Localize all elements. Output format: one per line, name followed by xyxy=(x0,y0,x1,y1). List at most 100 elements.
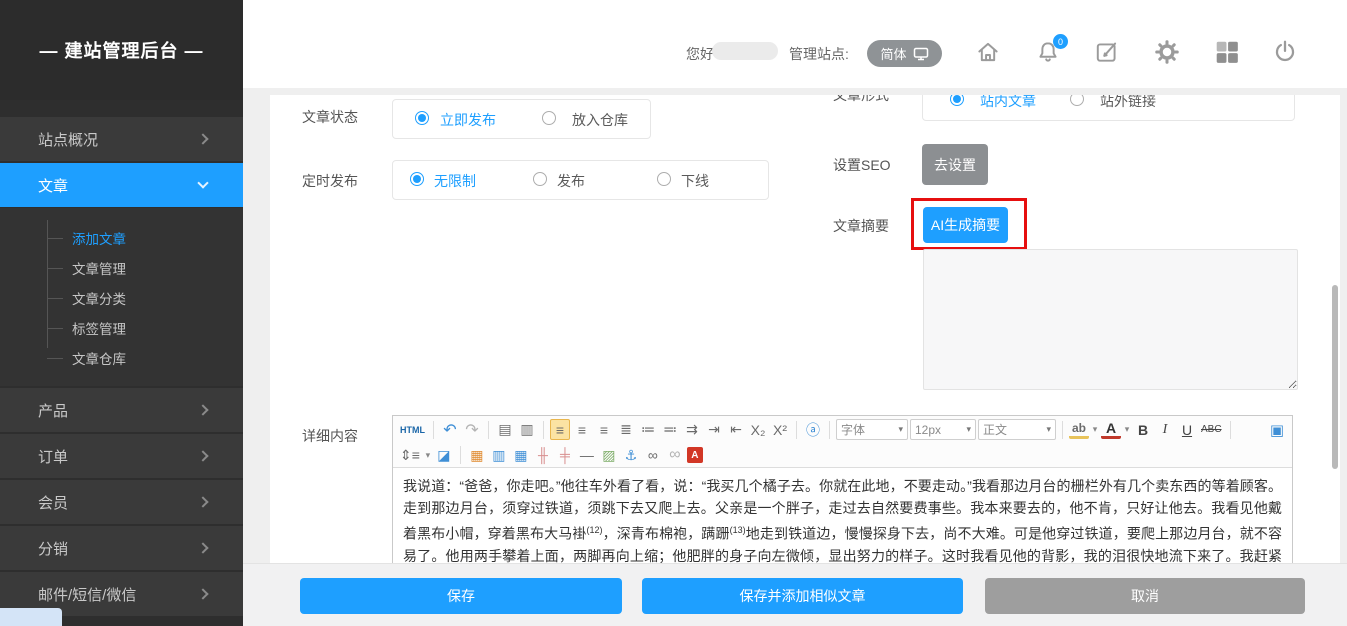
align-right-icon[interactable]: ≡ xyxy=(594,419,614,440)
submenu-item-article-warehouse[interactable]: 文章仓库 xyxy=(47,348,227,368)
outdent-icon[interactable]: ⇤ xyxy=(726,419,746,440)
font-color-icon[interactable]: A xyxy=(1101,421,1121,439)
cancel-button[interactable]: 取消 xyxy=(985,578,1305,614)
option-to-warehouse[interactable]: 放入仓库 xyxy=(572,110,628,130)
radio-no-limit[interactable] xyxy=(410,172,424,186)
horizontal-rule-icon[interactable]: — xyxy=(577,445,597,466)
radio-publish-now[interactable] xyxy=(415,111,429,125)
edit-icon[interactable] xyxy=(1094,39,1120,65)
option-no-limit[interactable]: 无限制 xyxy=(434,171,476,191)
toolbar-separator xyxy=(460,446,461,464)
header: 您好 管理站点: 简体 0 xyxy=(243,0,1347,88)
browser-link-preview xyxy=(0,608,62,626)
image-map-icon[interactable]: ▨ xyxy=(599,445,619,466)
align-center-icon[interactable]: ≡ xyxy=(572,419,592,440)
seo-label: 设置SEO xyxy=(833,155,891,175)
home-icon[interactable] xyxy=(975,39,1001,65)
sidebar-item-label: 站点概况 xyxy=(38,129,98,150)
chevron-right-icon xyxy=(197,496,208,507)
underline-icon[interactable]: U xyxy=(1177,419,1197,440)
app-logo: — 建站管理后台 — xyxy=(0,0,243,100)
radio-offline-at[interactable] xyxy=(657,172,671,186)
video-icon[interactable]: ▥ xyxy=(489,445,509,466)
print-icon[interactable]: ▤ xyxy=(495,419,515,440)
dropdown-arrow-icon[interactable]: ▾ xyxy=(1091,419,1099,440)
footnote-marker: (12) xyxy=(586,525,602,535)
submenu-item-article-category[interactable]: 文章分类 xyxy=(47,288,227,308)
sidebar-item-article[interactable]: 文章 xyxy=(0,162,243,207)
preview-screen-icon[interactable]: ▣ xyxy=(1267,419,1287,440)
superscript-icon[interactable]: X² xyxy=(770,419,790,440)
page-break-icon[interactable]: ╫ xyxy=(533,445,553,466)
subscript-icon[interactable]: X₂ xyxy=(748,419,768,440)
redo-icon[interactable]: ↷ xyxy=(462,419,482,440)
section-break-icon[interactable]: ╪ xyxy=(555,445,575,466)
sidebar-item-label: 会员 xyxy=(38,492,68,513)
option-external-link[interactable]: 站外链接 xyxy=(1100,95,1156,111)
toolbar-separator xyxy=(796,421,797,439)
dropdown-arrow-icon[interactable]: ▾ xyxy=(424,445,432,466)
ordered-list-icon[interactable]: ≔ xyxy=(638,419,658,440)
html-source-icon[interactable]: HTML xyxy=(398,419,427,440)
summary-textarea[interactable] xyxy=(923,249,1298,390)
bold-icon[interactable]: B xyxy=(1133,419,1153,440)
editor-toolbar-row2: ⇕≡▾◪▦▥▦╫╪—▨⚓∞∞A xyxy=(393,443,1292,468)
submenu-item-tag-management[interactable]: 标签管理 xyxy=(47,318,227,338)
font-family-select[interactable]: 字体 xyxy=(836,419,908,440)
image-icon[interactable]: ▦ xyxy=(467,445,487,466)
sidebar-item-distribution[interactable]: 分销 xyxy=(0,525,243,570)
format-eraser-icon[interactable]: ◪ xyxy=(434,445,454,466)
greeting-text: 您好 xyxy=(686,44,714,64)
summary-label: 文章摘要 xyxy=(833,216,889,236)
unlink-icon[interactable]: ∞ xyxy=(665,445,685,466)
seo-settings-button[interactable]: 去设置 xyxy=(922,144,988,185)
apps-grid-icon[interactable] xyxy=(1214,39,1240,65)
radio-publish-at[interactable] xyxy=(533,172,547,186)
notification-count-badge: 0 xyxy=(1053,34,1068,49)
pdf-icon[interactable]: A xyxy=(687,447,703,463)
line-height-icon[interactable]: ⇕≡ xyxy=(398,445,422,466)
sidebar: — 建站管理后台 — 站点概况 文章 添加文章 文章管理 文章分类 标签管理 文… xyxy=(0,0,243,626)
sidebar-item-site-overview[interactable]: 站点概况 xyxy=(0,116,243,161)
dropdown-arrow-icon[interactable]: ▾ xyxy=(1123,419,1131,440)
chevron-right-icon xyxy=(197,450,208,461)
highlight-color-icon[interactable]: ab xyxy=(1069,421,1089,439)
align-justify-icon[interactable]: ≣ xyxy=(616,419,636,440)
sidebar-item-product[interactable]: 产品 xyxy=(0,387,243,432)
sidebar-item-label: 邮件/短信/微信 xyxy=(38,584,136,605)
submenu-item-add-article[interactable]: 添加文章 xyxy=(47,228,227,248)
settings-gear-icon[interactable] xyxy=(1154,39,1180,65)
table-icon[interactable]: ▦ xyxy=(511,445,531,466)
radio-to-warehouse[interactable] xyxy=(542,111,556,125)
paragraph-indent-icon[interactable]: ⇉ xyxy=(682,419,702,440)
align-left-icon[interactable]: ≡ xyxy=(550,419,570,440)
paragraph-format-select[interactable]: 正文 xyxy=(978,419,1056,440)
chevron-right-icon xyxy=(197,588,208,599)
option-publish-now[interactable]: 立即发布 xyxy=(440,110,496,130)
sidebar-item-order[interactable]: 订单 xyxy=(0,433,243,478)
indent-icon[interactable]: ⇥ xyxy=(704,419,724,440)
option-internal-article[interactable]: 站内文章 xyxy=(980,95,1036,111)
strikethrough-icon[interactable]: ABC xyxy=(1199,419,1224,440)
anchor-icon[interactable]: ⚓ xyxy=(621,445,641,466)
power-logout-icon[interactable] xyxy=(1272,39,1298,65)
link-icon[interactable]: ∞ xyxy=(643,445,663,466)
auto-typeset-icon[interactable]: ⓐ xyxy=(803,419,823,440)
sidebar-item-member[interactable]: 会员 xyxy=(0,479,243,524)
option-publish-at[interactable]: 发布 xyxy=(557,171,585,191)
unordered-list-icon[interactable]: ≕ xyxy=(660,419,680,440)
option-offline-at[interactable]: 下线 xyxy=(681,171,709,191)
toolbar-separator xyxy=(829,421,830,439)
italic-icon[interactable]: I xyxy=(1155,419,1175,440)
scrollbar-thumb[interactable] xyxy=(1332,285,1338,469)
font-size-select[interactable]: 12px xyxy=(910,419,976,440)
save-and-add-similar-button[interactable]: 保存并添加相似文章 xyxy=(642,578,963,614)
ai-generate-summary-button[interactable]: AI生成摘要 xyxy=(923,207,1008,243)
paste-icon[interactable]: ▥ xyxy=(517,419,537,440)
save-button[interactable]: 保存 xyxy=(300,578,622,614)
language-button[interactable]: 简体 xyxy=(867,40,942,67)
detail-content-label: 详细内容 xyxy=(302,426,358,446)
chevron-down-icon xyxy=(197,177,208,188)
submenu-item-article-management[interactable]: 文章管理 xyxy=(47,258,227,278)
undo-icon[interactable]: ↶ xyxy=(440,419,460,440)
